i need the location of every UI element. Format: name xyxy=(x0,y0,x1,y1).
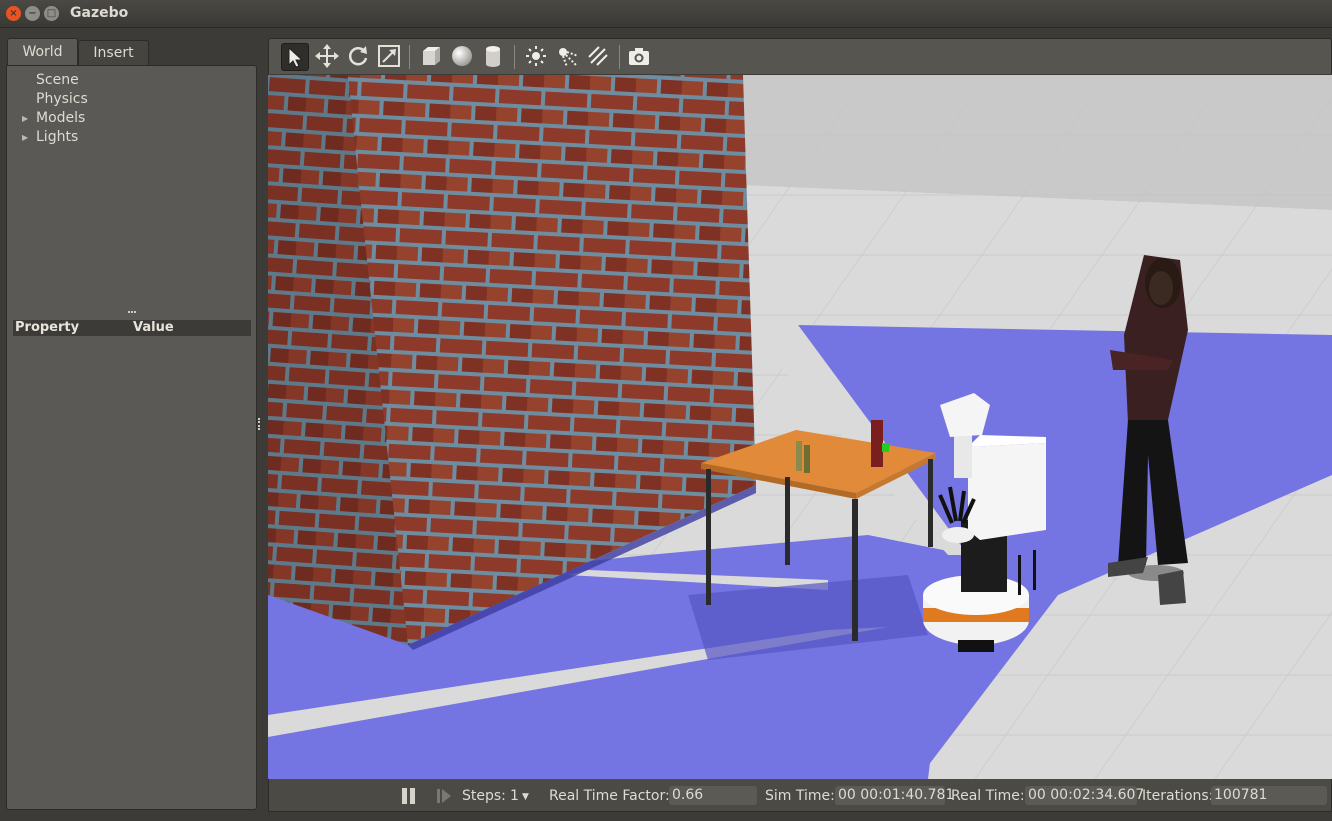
expand-arrow-icon[interactable]: ▶ xyxy=(22,109,28,128)
simulation-status-bar: Steps: 1 ▼ Real Time Factor: 0.66 Sim Ti… xyxy=(268,779,1332,812)
value-column-header: Value xyxy=(133,320,174,335)
expand-arrow-icon[interactable]: ▶ xyxy=(22,128,28,147)
real-time-label: Real Time: xyxy=(951,788,1025,804)
3d-viewport[interactable] xyxy=(268,75,1332,779)
scene-render xyxy=(268,75,1332,779)
toolbar-separator xyxy=(514,45,515,69)
left-panel: World Insert Scene Physics ▶ Models ▶ Li… xyxy=(0,28,262,821)
property-table-header: Property Value xyxy=(13,320,251,336)
step-button[interactable] xyxy=(435,787,453,805)
iterations-label: Iterations: xyxy=(1142,788,1214,804)
gazebo-window: × − □ Gazebo World Insert Scene Physics … xyxy=(0,0,1332,821)
tree-item-lights[interactable]: ▶ Lights xyxy=(22,128,79,147)
close-window-button[interactable]: × xyxy=(6,6,21,21)
rotate-tool-icon[interactable] xyxy=(344,43,372,71)
title-bar: × − □ Gazebo xyxy=(0,0,1332,28)
world-tree-pane: Scene Physics ▶ Models ▶ Lights Property… xyxy=(6,65,257,810)
translate-tool-icon[interactable] xyxy=(313,43,341,71)
scale-tool-icon[interactable] xyxy=(375,43,403,71)
real-time-value: 00 00:02:34.607 xyxy=(1025,786,1144,805)
steps-dropdown-icon[interactable]: ▼ xyxy=(522,792,529,802)
toolbar-separator xyxy=(409,45,410,69)
pause-bar xyxy=(402,788,407,804)
tree-item-models[interactable]: ▶ Models xyxy=(22,109,86,128)
screenshot-camera-icon[interactable] xyxy=(625,43,653,71)
sim-time-value: 00 00:01:40.781 xyxy=(835,786,954,805)
real-time-factor-label: Real Time Factor: xyxy=(549,788,670,804)
window-title: Gazebo xyxy=(70,5,129,21)
tree-item-physics[interactable]: Physics xyxy=(36,90,88,109)
maximize-window-button[interactable]: □ xyxy=(44,6,59,21)
tree-item-label: Models xyxy=(36,110,86,126)
tab-insert[interactable]: Insert xyxy=(78,40,149,65)
toolbar-separator xyxy=(619,45,620,69)
cylinder-shape-icon[interactable] xyxy=(479,43,507,71)
steps-label: Steps: xyxy=(462,788,506,804)
left-panel-splitter-handle[interactable] xyxy=(258,418,262,430)
property-column-header: Property xyxy=(15,320,80,335)
panel-splitter-handle[interactable] xyxy=(128,311,136,317)
pause-bar xyxy=(410,788,415,804)
tree-item-label: Lights xyxy=(36,129,79,145)
toolbar xyxy=(268,38,1332,74)
sim-time-label: Sim Time: xyxy=(765,788,835,804)
spot-light-icon[interactable] xyxy=(553,43,581,71)
point-light-icon[interactable] xyxy=(522,43,550,71)
select-tool-icon[interactable] xyxy=(281,43,309,71)
sphere-shape-icon[interactable] xyxy=(448,43,476,71)
box-shape-icon[interactable] xyxy=(417,43,445,71)
minimize-window-button[interactable]: − xyxy=(25,6,40,21)
tree-item-scene[interactable]: Scene xyxy=(36,71,79,90)
step-forward-icon xyxy=(437,789,451,803)
tab-world[interactable]: World xyxy=(7,38,78,65)
directional-light-icon[interactable] xyxy=(584,43,612,71)
real-time-factor-value: 0.66 xyxy=(669,786,757,805)
tree-item-label: Scene xyxy=(36,72,79,88)
pause-button[interactable] xyxy=(399,786,419,806)
iterations-value: 100781 xyxy=(1211,786,1327,805)
tree-item-label: Physics xyxy=(36,91,88,107)
steps-value[interactable]: 1 xyxy=(510,788,519,804)
